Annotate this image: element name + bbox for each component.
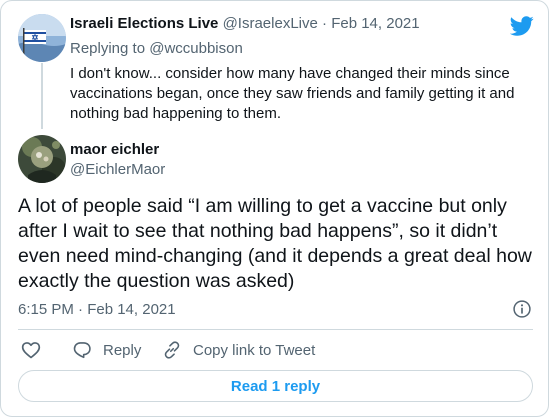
parent-date[interactable]: Feb 14, 2021 [331,15,419,32]
parent-tweet-text: I don't know... consider how many have c… [70,65,515,122]
header-separator: · [322,15,328,32]
speech-bubble-icon [73,342,91,359]
replying-to-handle[interactable]: @wccubbison [149,40,243,57]
read-replies-button[interactable]: Read 1 reply [18,370,533,402]
reply-label: Reply [103,341,142,359]
israeli-elections-avatar[interactable] [18,14,66,62]
main-tweet-text: A lot of people said “I am willing to ge… [18,195,532,292]
copy-link-label: Copy link to Tweet [193,341,316,359]
parent-tweet-header: Israeli Elections Live @IsraelexLive · F… [70,14,420,34]
parent-display-name[interactable]: Israeli Elections Live [70,15,218,32]
parent-handle[interactable]: @IsraelexLive [223,15,318,32]
thread-connector-line [41,63,43,129]
embedded-tweet-card: Israeli Elections Live @IsraelexLive · F… [0,0,549,417]
main-tweet-handle-line: @EichlerMaor [70,160,165,180]
actions-divider [18,329,533,330]
info-icon[interactable] [512,299,532,319]
main-display-name[interactable]: maor eichler [70,141,159,158]
link-icon [164,341,180,359]
heart-icon [21,342,41,359]
main-handle[interactable]: @EichlerMaor [70,161,165,178]
replying-to-label: Replying to [70,40,146,57]
main-tweet-timestamp[interactable]: 6:15 PM · Feb 14, 2021 [18,300,176,320]
like-button[interactable] [21,340,41,360]
copy-link-button[interactable]: Copy link to Tweet [162,340,315,360]
read-replies-label: Read 1 reply [230,377,321,395]
twitter-bird-icon[interactable] [510,14,534,38]
replying-to-line: Replying to @wccubbison [70,39,243,59]
maor-eichler-avatar[interactable] [18,135,66,183]
reply-button[interactable]: Reply [72,340,141,360]
main-tweet-name: maor eichler [70,140,159,160]
